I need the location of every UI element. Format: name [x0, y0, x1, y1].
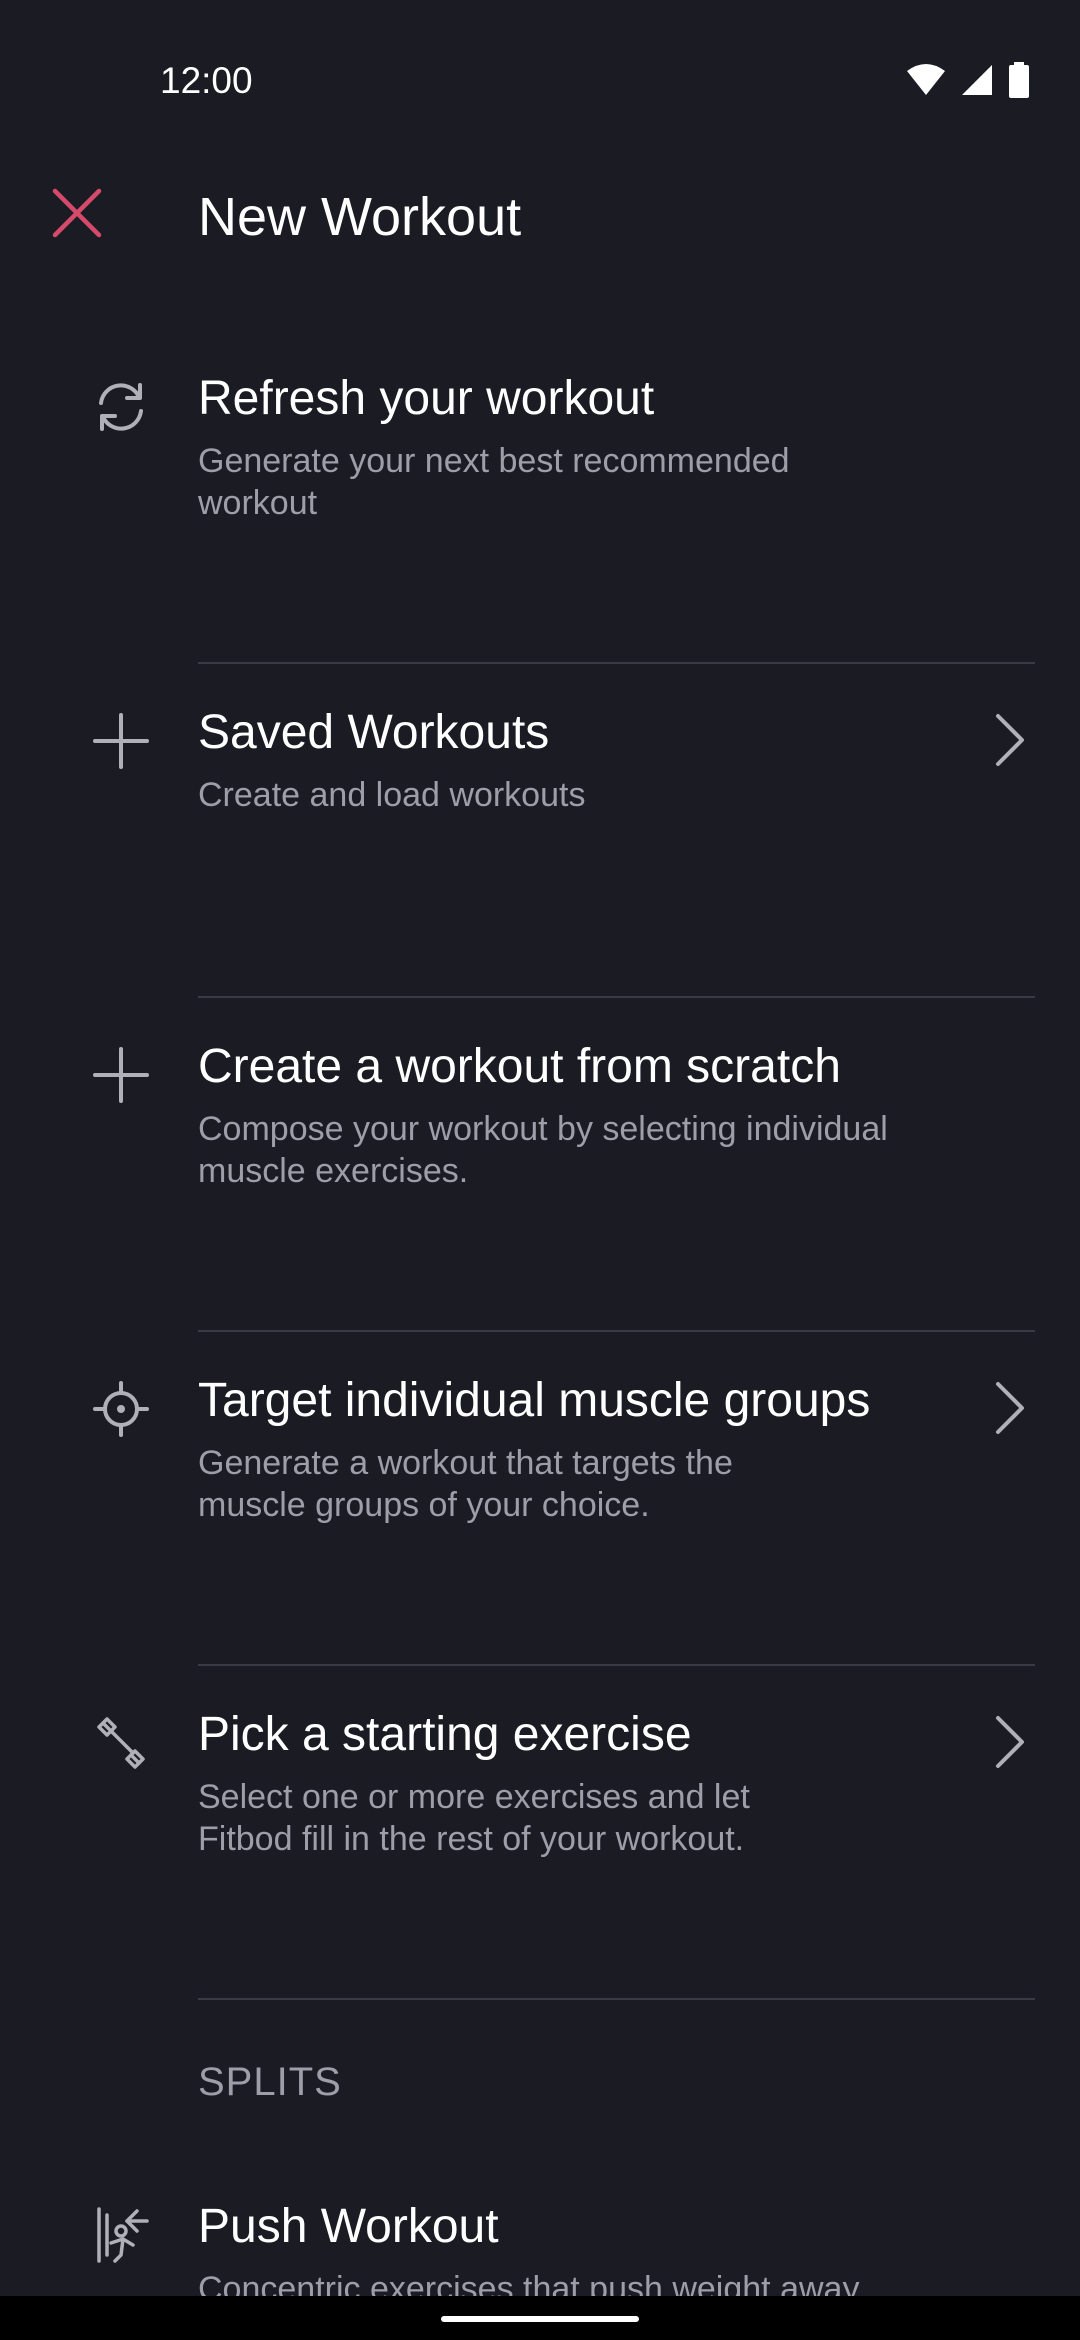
- cellular-signal-icon: [962, 65, 992, 95]
- menu-list: Refresh your workout Generate your next …: [0, 330, 1080, 2000]
- menu-item-title: Create a workout from scratch: [198, 1040, 841, 1093]
- wifi-icon: [907, 64, 945, 95]
- refresh-icon: [86, 372, 156, 442]
- menu-item-title: Push Workout: [198, 2200, 499, 2253]
- push-icon: [86, 2200, 156, 2270]
- dumbbell-icon: [86, 1708, 156, 1778]
- chevron-right-icon: [996, 1382, 1024, 1434]
- status-icons: [906, 62, 1030, 98]
- menu-item-pick-starting-exercise[interactable]: Pick a starting exercise Select one or m…: [0, 1666, 1080, 2000]
- chevron-right-icon: [996, 1716, 1024, 1768]
- battery-icon: [1009, 62, 1029, 98]
- status-time: 12:00: [160, 60, 253, 101]
- menu-item-subtitle: Create and load workouts: [198, 776, 586, 814]
- close-button[interactable]: [46, 182, 108, 244]
- divider: [198, 1998, 1035, 2000]
- menu-item-title: Target individual muscle groups: [198, 1374, 871, 1427]
- menu-item-title: Pick a starting exercise: [198, 1708, 692, 1761]
- menu-item-create-from-scratch[interactable]: Create a workout from scratch Compose yo…: [0, 998, 1080, 1332]
- plus-icon: [86, 1040, 156, 1110]
- menu-item-subtitle: Compose your workout by selecting indivi…: [198, 1110, 888, 1190]
- app-bar: New Workout: [0, 170, 1080, 260]
- menu-item-subtitle: Generate your next best recommended work…: [198, 442, 790, 522]
- status-bar: 12:00: [0, 0, 1080, 170]
- menu-item-refresh-workout[interactable]: Refresh your workout Generate your next …: [0, 330, 1080, 664]
- menu-item-subtitle: Generate a workout that targets the musc…: [198, 1444, 733, 1524]
- menu-item-title: Saved Workouts: [198, 706, 550, 759]
- menu-item-title: Refresh your workout: [198, 372, 655, 425]
- close-icon: [52, 188, 102, 238]
- chevron-right-icon: [996, 714, 1024, 766]
- navigation-bar: [0, 2296, 1080, 2340]
- menu-item-saved-workouts[interactable]: Saved Workouts Create and load workouts: [0, 664, 1080, 998]
- menu-item-subtitle: Select one or more exercises and let Fit…: [198, 1778, 750, 1858]
- section-header-splits: SPLITS: [198, 2060, 342, 2104]
- home-gesture-handle[interactable]: [441, 2316, 639, 2322]
- plus-icon: [86, 706, 156, 776]
- menu-item-target-muscle-groups[interactable]: Target individual muscle groups Generate…: [0, 1332, 1080, 1666]
- crosshair-icon: [86, 1374, 156, 1444]
- page-title: New Workout: [198, 187, 522, 247]
